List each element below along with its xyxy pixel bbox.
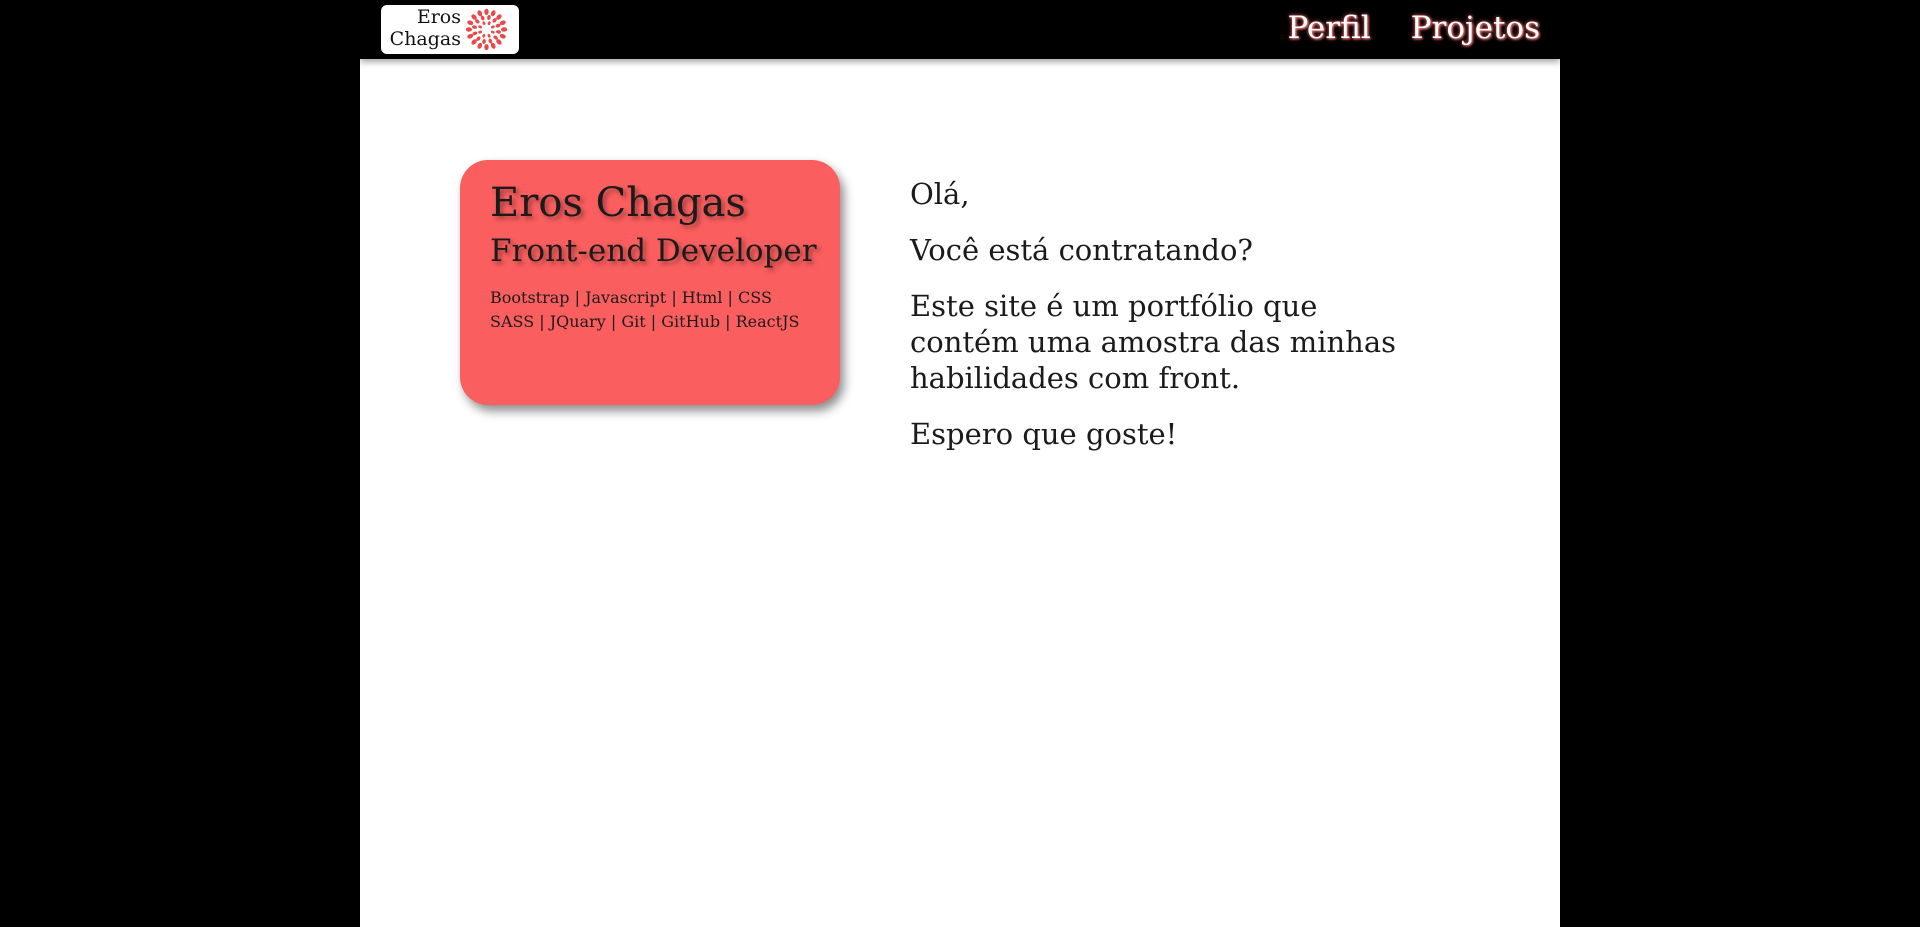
logo-text: Eros Chagas xyxy=(381,6,461,50)
skills-list: Bootstrap | Javascript | Html | CSS SASS… xyxy=(490,286,810,334)
profile-role: Front-end Developer xyxy=(490,233,817,269)
navbar: Eros Chagas Perfil Projetos xyxy=(360,0,1560,59)
logo-mandala-icon xyxy=(465,8,508,51)
intro-text: Olá, Você está contratando? Este site é … xyxy=(910,176,1430,472)
intro-description: Este site é um portfólio que contém uma … xyxy=(910,289,1397,395)
intro-closing: Espero que goste! xyxy=(910,417,1178,451)
nav-link-projetos[interactable]: Projetos xyxy=(1411,6,1540,50)
profile-card: Eros Chagas Front-end Developer Bootstra… xyxy=(460,160,840,405)
logo-line-2: Chagas xyxy=(389,28,461,50)
intro-question: Você está contratando? xyxy=(910,233,1253,267)
profile-name: Eros Chagas xyxy=(490,180,746,226)
nav-link-perfil[interactable]: Perfil xyxy=(1287,6,1370,50)
page-container: Eros Chagas Perfil Projetos Eros Chagas … xyxy=(360,0,1560,927)
logo[interactable]: Eros Chagas xyxy=(381,5,519,54)
logo-line-1: Eros xyxy=(416,6,461,28)
skills-line-2: SASS | JQuary | Git | GitHub | ReactJS xyxy=(490,312,800,331)
nav-links: Perfil Projetos xyxy=(1287,6,1540,50)
skills-line-1: Bootstrap | Javascript | Html | CSS xyxy=(490,288,772,307)
intro-greeting: Olá, xyxy=(910,177,970,211)
